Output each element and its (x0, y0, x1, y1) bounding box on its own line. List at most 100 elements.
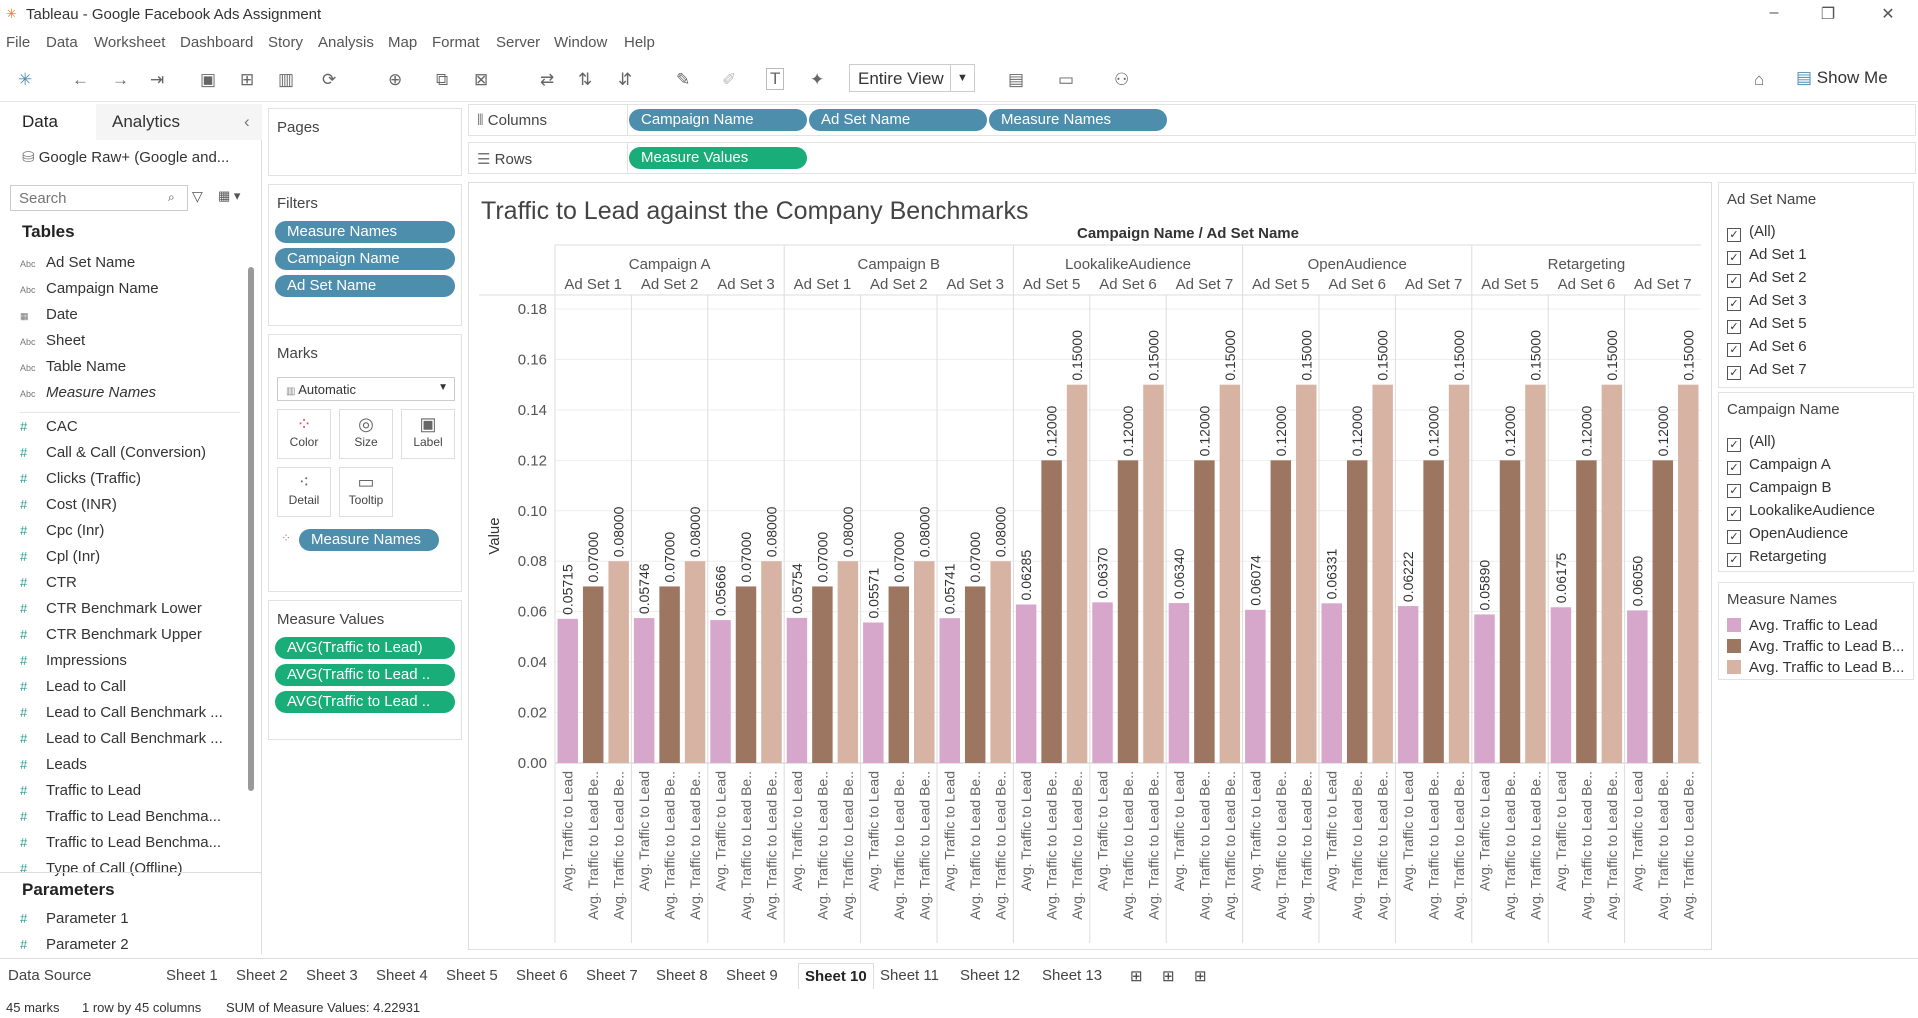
menu-worksheet[interactable]: Worksheet (94, 34, 165, 51)
save-icon[interactable]: ▣ (200, 70, 216, 90)
bar[interactable] (761, 561, 782, 763)
bar[interactable] (1525, 384, 1546, 763)
filter-checkbox-item[interactable]: ✓ Campaign B (1727, 479, 1832, 498)
bar[interactable] (837, 561, 859, 763)
checkbox-checked-icon[interactable]: ✓ (1727, 343, 1741, 357)
bar[interactable] (1219, 384, 1241, 763)
bar[interactable] (1015, 604, 1037, 763)
sheet-tab[interactable]: Sheet 10 (798, 963, 874, 989)
field-measure[interactable]: # Call & Call (Conversion) (20, 444, 206, 461)
field-dim[interactable]: Abc Ad Set Name (20, 254, 135, 271)
sheet-tab[interactable]: Sheet 5 (446, 967, 498, 984)
bar[interactable] (863, 622, 884, 763)
marks-size-button[interactable]: ◎ Size (339, 409, 393, 459)
filters-card[interactable]: Filters Measure Names Campaign Name Ad Set… (268, 184, 462, 326)
marks-tooltip-button[interactable]: ▭ Tooltip (339, 467, 393, 517)
share-icon[interactable]: ⚇ (1114, 70, 1129, 90)
checkbox-checked-icon[interactable]: ✓ (1727, 274, 1741, 288)
show-cards-icon[interactable]: ▤ (1008, 70, 1024, 90)
checkbox-checked-icon[interactable]: ✓ (1727, 228, 1741, 242)
field-measure[interactable]: # Leads (20, 756, 87, 773)
bar[interactable] (1678, 384, 1699, 763)
checkbox-checked-icon[interactable]: ✓ (1727, 484, 1741, 498)
field-measure[interactable]: # CTR Benchmark Lower (20, 600, 202, 617)
bar[interactable] (1627, 610, 1648, 763)
bar[interactable] (888, 586, 910, 763)
new-datasource-icon[interactable]: ⊞ (240, 70, 254, 90)
filter-checkbox-item[interactable]: ✓ Retargeting (1727, 548, 1827, 567)
tab-data[interactable]: Data (0, 104, 96, 140)
pages-card[interactable]: Pages (268, 108, 462, 176)
filter-checkbox-item[interactable]: ✓ Ad Set 6 (1727, 338, 1807, 357)
redo-icon[interactable]: → (112, 70, 129, 90)
bar[interactable] (1372, 384, 1393, 763)
legend-item[interactable]: Avg. Traffic to Lead (1727, 617, 1878, 634)
bar[interactable] (1601, 384, 1623, 763)
measure-values-card[interactable]: Measure Values AVG(Traffic to Lead) AVG(T… (268, 600, 462, 740)
sort-descending-icon[interactable]: ⇵ (618, 70, 632, 90)
measure-value-pill[interactable]: AVG(Traffic to Lead .. (275, 691, 455, 713)
bar[interactable] (1448, 384, 1470, 763)
menu-analysis[interactable]: Analysis (318, 34, 374, 51)
presentation-icon[interactable]: ▭ (1058, 70, 1074, 90)
field-measure[interactable]: # Traffic to Lead (20, 782, 141, 799)
new-worksheet-icon[interactable]: ⊞ (1130, 967, 1143, 985)
filter-pill[interactable]: Campaign Name (275, 248, 455, 270)
menu-map[interactable]: Map (388, 34, 417, 51)
group-icon[interactable]: ✐ (722, 70, 736, 90)
bar[interactable] (914, 561, 935, 763)
field-dim[interactable]: Abc Campaign Name (20, 280, 159, 297)
field-measure[interactable]: # Lead to Call Benchmark ... (20, 730, 223, 747)
swap-icon[interactable]: ⇄ (540, 70, 554, 90)
undo-icon[interactable]: ← (72, 70, 89, 90)
measure-value-pill[interactable]: AVG(Traffic to Lead .. (275, 664, 455, 686)
legend-item[interactable]: Avg. Traffic to Lead B... (1727, 659, 1904, 676)
bar[interactable] (1066, 384, 1088, 763)
field-measure[interactable]: # Traffic to Lead Benchma... (20, 808, 221, 825)
columns-pill[interactable]: Ad Set Name (809, 109, 987, 131)
paint-icon[interactable]: ⌂ (1754, 70, 1764, 90)
tab-analytics[interactable]: Analytics ‹ (96, 104, 262, 140)
filter-checkbox-item[interactable]: ✓ Ad Set 3 (1727, 292, 1807, 311)
columns-pill[interactable]: Measure Names (989, 109, 1167, 131)
menu-window[interactable]: Window (554, 34, 607, 51)
columns-shelf[interactable]: ⦀ Columns Campaign Name Ad Set Name Measur… (468, 104, 1916, 136)
measure-value-pill[interactable]: AVG(Traffic to Lead) (275, 637, 455, 659)
columns-pill[interactable]: Campaign Name (629, 109, 807, 131)
bar[interactable] (1499, 460, 1521, 763)
checkbox-checked-icon[interactable]: ✓ (1727, 251, 1741, 265)
show-me-button[interactable]: ▤ Show Me (1796, 68, 1888, 88)
filter-checkbox-item[interactable]: ✓ Campaign A (1727, 456, 1831, 475)
checkbox-checked-icon[interactable]: ✓ (1727, 438, 1741, 452)
bar[interactable] (1397, 606, 1419, 763)
field-dim[interactable]: ▦ Date (20, 306, 78, 323)
sheet-tab[interactable]: Sheet 2 (236, 967, 288, 984)
bar[interactable] (1576, 460, 1597, 763)
field-measure[interactable]: # Cost (INR) (20, 496, 117, 513)
tab-data-source[interactable]: Data Source (8, 967, 91, 984)
new-worksheet-icon[interactable]: ⊕ (388, 70, 402, 90)
view-options-icon[interactable]: ▦ ▾ (218, 188, 240, 204)
filter-checkbox-item[interactable]: ✓ LookalikeAudience (1727, 502, 1875, 521)
checkbox-checked-icon[interactable]: ✓ (1727, 297, 1741, 311)
clear-sheet-icon[interactable]: ⊠ (474, 70, 488, 90)
parameter-item[interactable]: # Parameter 1 (20, 910, 129, 927)
bar[interactable] (1270, 460, 1292, 763)
field-dim[interactable]: Abc Measure Names (20, 384, 156, 401)
viz-area[interactable]: Traffic to Lead against the Company Benc… (468, 182, 1712, 950)
field-measure[interactable]: # Cpl (Inr) (20, 548, 100, 565)
filter-checkbox-item[interactable]: ✓ Ad Set 1 (1727, 246, 1807, 265)
bar[interactable] (633, 618, 655, 763)
filter-checkbox-item[interactable]: ✓ Ad Set 7 (1727, 361, 1807, 380)
checkbox-checked-icon[interactable]: ✓ (1727, 553, 1741, 567)
pause-updates-icon[interactable]: ▥ (278, 70, 294, 90)
sheet-tab[interactable]: Sheet 6 (516, 967, 568, 984)
bar[interactable] (939, 618, 960, 763)
bar[interactable] (1092, 602, 1113, 763)
bar[interactable] (1474, 614, 1495, 763)
parameter-item[interactable]: # Parameter 2 (20, 936, 129, 953)
menu-file[interactable]: File (6, 34, 30, 51)
field-list-scrollbar[interactable] (248, 267, 254, 791)
mark-type-dropdown[interactable]: ▥ Automatic ▼ (277, 377, 455, 401)
bar[interactable] (964, 586, 986, 763)
